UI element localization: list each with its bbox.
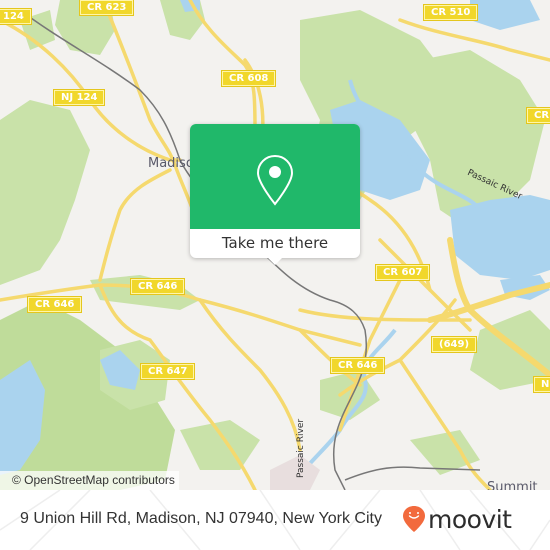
- road-shield-cr646-west: CR 646: [26, 296, 83, 313]
- address-text: 9 Union Hill Rd, Madison, NJ 07940, New …: [20, 510, 382, 527]
- water-label-passaic-river-s: Passaic River: [296, 418, 306, 478]
- map-pin-icon: [256, 154, 294, 206]
- road-shield-cr647: CR 647: [139, 363, 196, 380]
- road-shield-cr608: CR 608: [220, 70, 277, 87]
- road-shield-cr510: CR 510: [422, 4, 479, 21]
- place-label-summit: Summit: [487, 480, 538, 490]
- popup-pointer: [268, 258, 282, 265]
- road-shield-nj124: NJ 124: [52, 89, 106, 106]
- popup-header: [190, 124, 360, 229]
- road-shield-cr649: (649): [430, 336, 478, 353]
- road-shield-cr607: CR 607: [374, 264, 431, 281]
- footer-bar: 9 Union Hill Rd, Madison, NJ 07940, New …: [0, 490, 550, 550]
- moovit-pin-icon: [403, 506, 425, 532]
- moovit-map-card: CR 623 CR 510 124 CR 608 NJ 124 CR CR 60…: [0, 0, 550, 550]
- take-me-there-popup[interactable]: Take me there: [190, 124, 360, 265]
- road-shield-cr646-mid: CR 646: [129, 278, 186, 295]
- road-shield-cr646-east: CR 646: [329, 357, 386, 374]
- map-attribution[interactable]: © OpenStreetMap contributors: [0, 471, 179, 490]
- road-shield-cr-east: CR: [525, 107, 550, 124]
- map-view[interactable]: CR 623 CR 510 124 CR 608 NJ 124 CR CR 60…: [0, 0, 550, 490]
- moovit-wordmark: moovit: [428, 505, 512, 534]
- road-shield-cr623: CR 623: [78, 0, 135, 16]
- take-me-there-button[interactable]: Take me there: [190, 229, 360, 258]
- road-shield-124: 124: [0, 8, 32, 25]
- road-shield-nj-east: N: [532, 376, 550, 393]
